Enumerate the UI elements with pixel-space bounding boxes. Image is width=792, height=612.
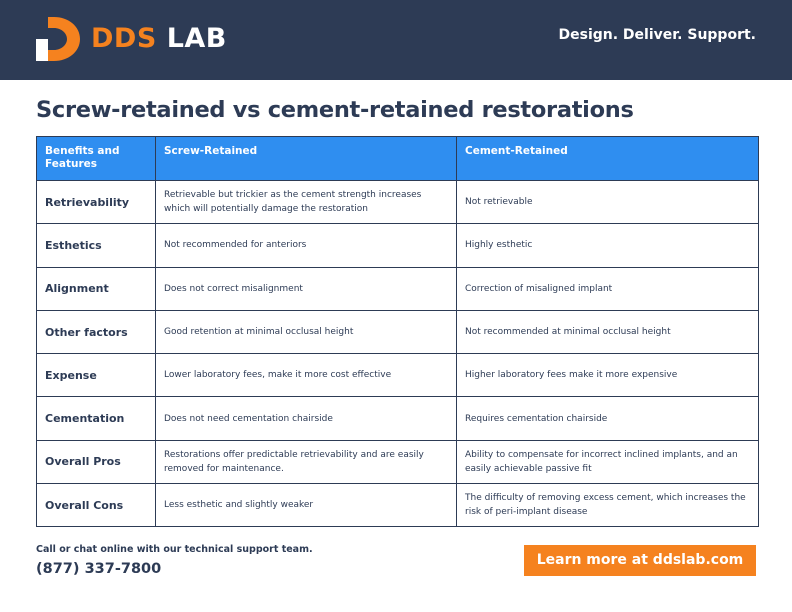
feature-cell: Overall Pros [36,439,156,485]
table-row: Expense Lower laboratory fees, make it m… [36,353,759,398]
table-row: Alignment Does not correct misalignment … [36,266,759,311]
cement-retained-cell: Ability to compensate for incorrect incl… [456,439,759,485]
page-header: DDS LAB Design. Deliver. Support. [0,0,792,80]
table-row: Cementation Does not need cementation ch… [36,396,759,441]
feature-cell: Alignment [36,266,156,311]
learn-more-button[interactable]: Learn more at ddslab.com [524,545,756,576]
screw-retained-cell: Retrievable but trickier as the cement s… [155,179,457,225]
feature-cell: Esthetics [36,223,156,268]
feature-cell: Cementation [36,396,156,441]
phone-number[interactable]: (877) 337-7800 [36,560,161,578]
cement-retained-cell: Requires cementation chairside [456,396,759,441]
feature-cell: Retrievability [36,179,156,225]
table-row: Esthetics Not recommended for anteriors … [36,223,759,268]
screw-retained-cell: Not recommended for anteriors [155,223,457,268]
column-header-features: Benefits and Features [36,136,156,181]
cement-retained-cell: The difficulty of removing excess cement… [456,483,759,528]
table-header-row: Benefits and Features Screw-Retained Cem… [36,136,759,181]
tagline: Design. Deliver. Support. [558,27,757,43]
cement-retained-cell: Highly esthetic [456,223,759,268]
table-row: Other factors Good retention at minimal … [36,309,759,355]
comparison-table: Benefits and Features Screw-Retained Cem… [36,136,759,528]
screw-retained-cell: Lower laboratory fees, make it more cost… [155,353,457,398]
cement-retained-cell: Higher laboratory fees make it more expe… [456,353,759,398]
screw-retained-cell: Does not correct misalignment [155,266,457,311]
table-row: Retrievability Retrievable but trickier … [36,179,759,225]
brand-primary: DDS [91,23,157,54]
feature-cell: Other factors [36,309,156,355]
brand-secondary: LAB [166,23,227,54]
table-row: Overall Cons Less esthetic and slightly … [36,483,759,528]
cement-retained-cell: Not recommended at minimal occlusal heig… [456,309,759,355]
cement-retained-cell: Not retrievable [456,179,759,225]
screw-retained-cell: Restorations offer predictable retrievab… [155,439,457,485]
feature-cell: Expense [36,353,156,398]
page-title: Screw-retained vs cement-retained restor… [36,97,634,123]
screw-retained-cell: Does not need cementation chairside [155,396,457,441]
brand-name: DDS LAB [91,23,227,55]
table-row: Overall Pros Restorations offer predicta… [36,439,759,485]
screw-retained-cell: Less esthetic and slightly weaker [155,483,457,528]
column-header-cement-retained: Cement-Retained [456,136,759,181]
column-header-screw-retained: Screw-Retained [155,136,457,181]
cement-retained-cell: Correction of misaligned implant [456,266,759,311]
feature-cell: Overall Cons [36,483,156,528]
support-note: Call or chat online with our technical s… [36,544,313,555]
screw-retained-cell: Good retention at minimal occlusal heigh… [155,309,457,355]
dds-d-logo-icon [36,17,80,61]
